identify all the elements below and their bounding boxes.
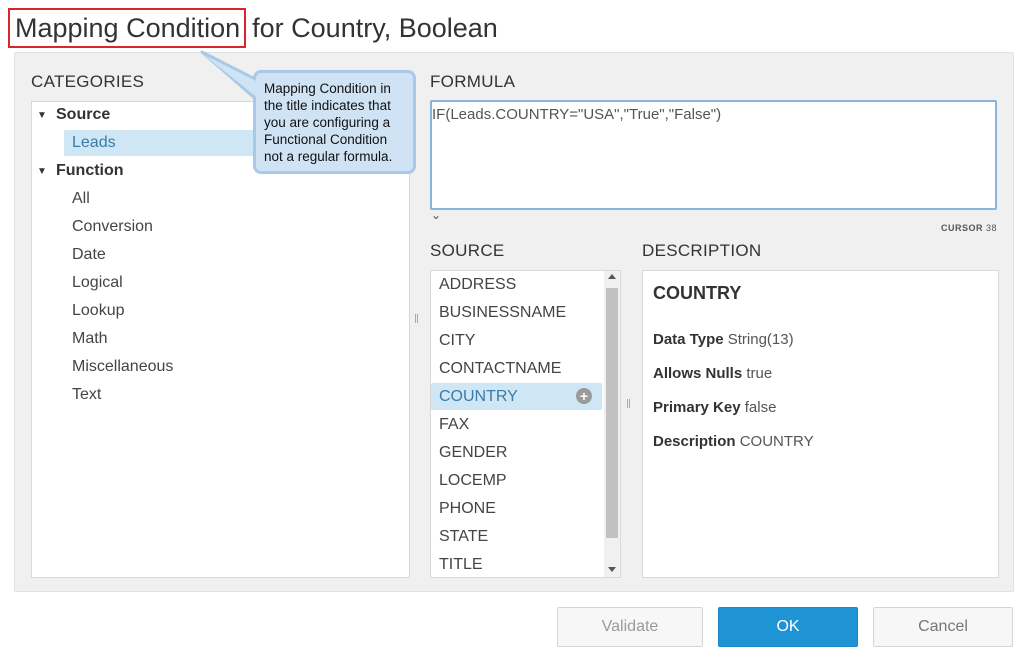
source-item-contactname[interactable]: CONTACTNAME xyxy=(431,355,602,382)
cursor-label: CURSOR xyxy=(940,223,983,233)
description-row: Primary Key false xyxy=(653,399,776,416)
tree-item-all[interactable]: All xyxy=(72,186,90,212)
tree-item-lookup[interactable]: Lookup xyxy=(72,298,125,324)
formula-label: FORMULA xyxy=(430,72,516,91)
source-item-businessname[interactable]: BUSINESSNAME xyxy=(431,299,602,326)
tree-item-logical[interactable]: Logical xyxy=(72,270,123,296)
description-value: String(13) xyxy=(727,331,794,348)
ok-button[interactable]: OK xyxy=(718,607,858,647)
description-key: Description xyxy=(653,433,736,450)
description-value: false xyxy=(744,399,777,416)
scroll-thumb[interactable] xyxy=(606,288,618,538)
formula-text: IF(Leads.COUNTRY="USA","True","False") xyxy=(432,106,722,123)
caret-down-icon[interactable]: ▼ xyxy=(37,110,47,121)
vertical-splitter-handle[interactable] xyxy=(415,314,418,323)
chevron-down-icon[interactable]: ⌄ xyxy=(431,208,441,222)
cancel-button[interactable]: Cancel xyxy=(873,607,1013,647)
description-row: Data Type String(13) xyxy=(653,331,794,348)
editor-panel: CATEGORIES ▼ Source Leads ▼ Function All… xyxy=(14,52,1014,592)
source-item-address[interactable]: ADDRESS xyxy=(431,271,602,298)
source-item-phone[interactable]: PHONE xyxy=(431,495,602,522)
source-item-fax[interactable]: FAX xyxy=(431,411,602,438)
scroll-up-arrow-icon[interactable] xyxy=(608,274,616,279)
formula-editor[interactable]: IF(Leads.COUNTRY="USA","True","False") xyxy=(430,100,997,210)
source-field-list: ADDRESS BUSINESSNAME CITY CONTACTNAME CO… xyxy=(430,270,621,578)
source-scrollbar[interactable] xyxy=(604,271,620,577)
tree-item-math[interactable]: Math xyxy=(72,326,108,352)
title-highlighted-text: Mapping Condition xyxy=(8,8,247,48)
description-key: Primary Key xyxy=(653,399,741,416)
dialog-title: Mapping Condition for Country, Boolean xyxy=(8,8,498,48)
description-key: Allows Nulls xyxy=(653,365,743,382)
description-title: COUNTRY xyxy=(653,283,742,303)
source-splitter-handle[interactable] xyxy=(627,399,630,408)
description-panel: COUNTRY Data Type String(13) Allows Null… xyxy=(642,270,999,578)
description-value: COUNTRY xyxy=(739,433,814,450)
source-item-locemp[interactable]: LOCEMP xyxy=(431,467,602,494)
cursor-value: 38 xyxy=(985,223,997,233)
source-label: SOURCE xyxy=(430,241,505,260)
scroll-down-arrow-icon[interactable] xyxy=(608,567,616,572)
tree-item-date[interactable]: Date xyxy=(72,242,106,268)
categories-label: CATEGORIES xyxy=(31,72,145,91)
source-item-gender[interactable]: GENDER xyxy=(431,439,602,466)
tree-group-label: Function xyxy=(56,162,124,179)
caret-down-icon[interactable]: ▼ xyxy=(37,166,47,177)
description-key: Data Type xyxy=(653,331,724,348)
description-row: Allows Nulls true xyxy=(653,365,772,382)
plus-circle-icon[interactable]: + xyxy=(576,388,592,404)
validate-button[interactable]: Validate xyxy=(557,607,703,647)
source-item-country[interactable]: COUNTRY + xyxy=(431,383,602,410)
source-item-label: COUNTRY xyxy=(439,387,518,405)
description-value: true xyxy=(746,365,773,382)
tree-item-conversion[interactable]: Conversion xyxy=(72,214,153,240)
cursor-position: CURSOR 38 xyxy=(941,223,997,233)
description-row: Description COUNTRY xyxy=(653,433,814,450)
tree-item-miscellaneous[interactable]: Miscellaneous xyxy=(72,354,173,380)
tree-item-text[interactable]: Text xyxy=(72,382,101,408)
source-item-state[interactable]: STATE xyxy=(431,523,602,550)
title-rest-text: for Country, Boolean xyxy=(252,12,498,43)
callout-pointer-fill xyxy=(204,55,258,98)
source-item-title[interactable]: TITLE xyxy=(431,551,602,577)
tree-group-label: Source xyxy=(56,106,111,123)
description-label: DESCRIPTION xyxy=(642,241,762,260)
source-item-city[interactable]: CITY xyxy=(431,327,602,354)
